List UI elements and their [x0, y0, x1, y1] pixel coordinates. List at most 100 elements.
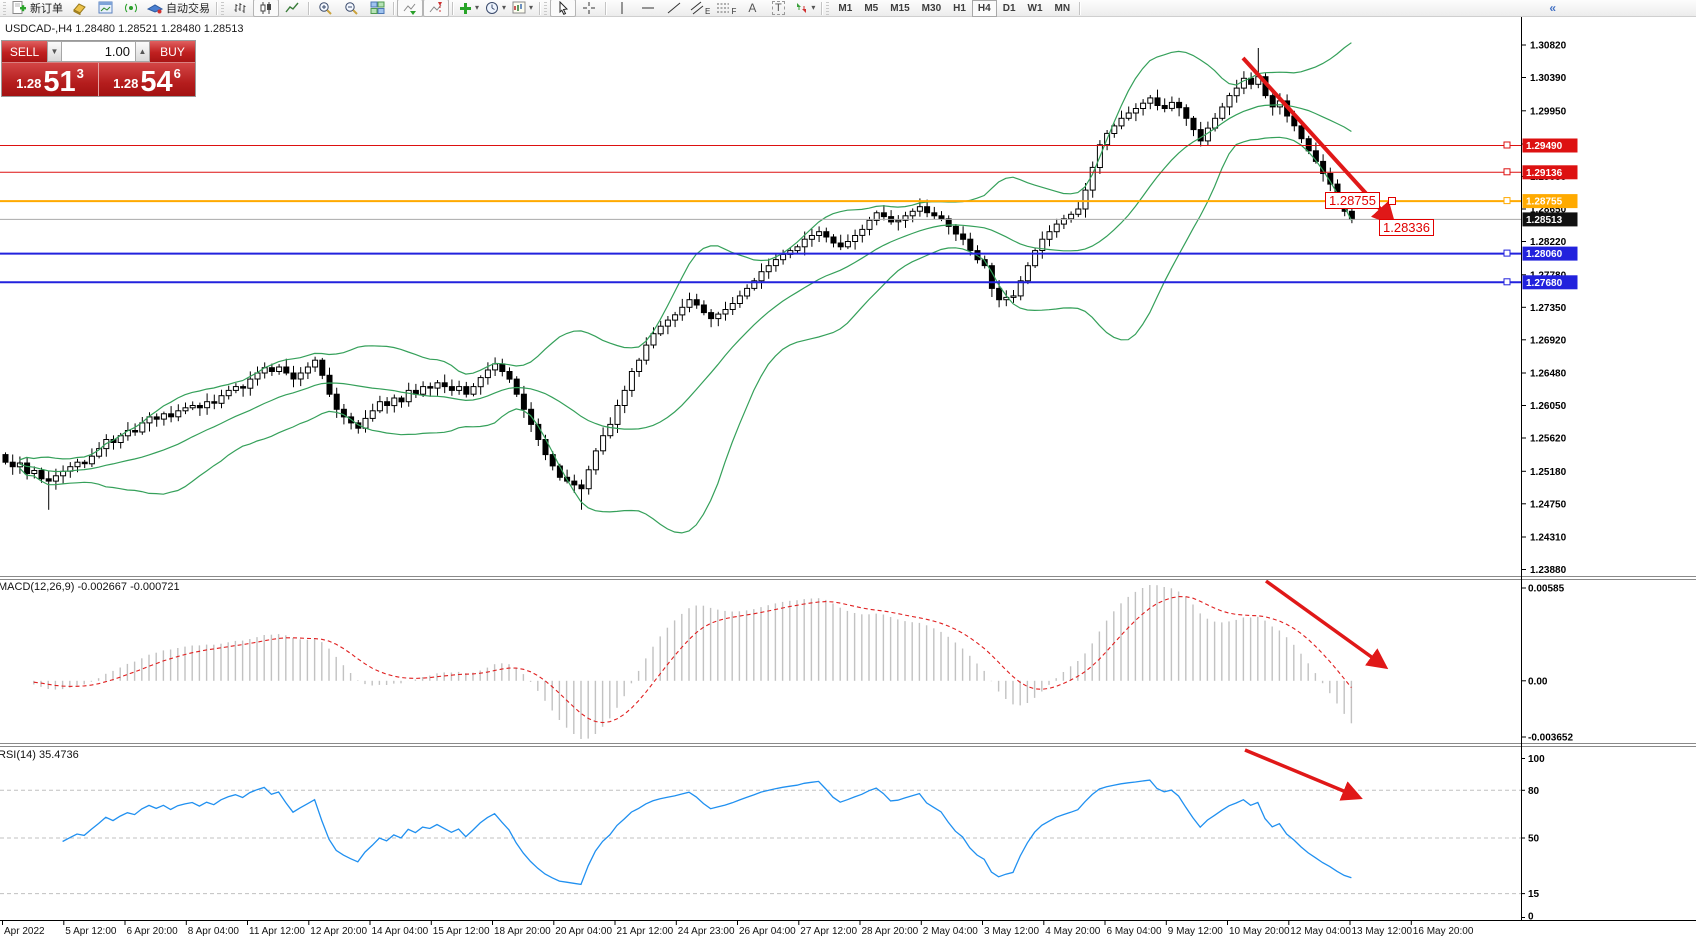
- arrows-icon: [794, 1, 808, 15]
- line-chart-icon: [285, 1, 299, 15]
- timeframe-H4[interactable]: H4: [972, 0, 997, 17]
- svg-text:15 Apr 12:00: 15 Apr 12:00: [433, 926, 490, 937]
- macd-indicator-label: MACD(12,26,9) -0.002667 -0.000721: [0, 581, 180, 593]
- svg-text:1.25620: 1.25620: [1530, 434, 1567, 445]
- text-label-tool[interactable]: T: [765, 0, 791, 17]
- svg-text:80: 80: [1528, 786, 1540, 797]
- trendline-tool[interactable]: [661, 0, 687, 17]
- autotrade-label: 自动交易: [166, 0, 210, 16]
- periods-button[interactable]: ▾: [482, 0, 509, 17]
- fibonacci-icon: [716, 1, 731, 15]
- candlestick-chart-icon: [259, 1, 273, 15]
- equidistant-channel-tool[interactable]: E: [687, 0, 713, 17]
- sell-price-small: 1.28: [16, 76, 41, 91]
- timeframe-M1[interactable]: M1: [832, 0, 858, 17]
- volume-input[interactable]: 1.00: [62, 41, 135, 62]
- rsi-panel: [0, 780, 1521, 894]
- trend-arrows[interactable]: [1243, 58, 1392, 797]
- crosshair-button[interactable]: [576, 0, 602, 17]
- timeframe-M30[interactable]: M30: [916, 0, 947, 17]
- svg-text:14 Apr 04:00: 14 Apr 04:00: [372, 926, 429, 937]
- separator: [539, 2, 540, 15]
- autotrade-button[interactable]: 自动交易: [144, 0, 213, 17]
- zoom-in-button[interactable]: [312, 0, 338, 17]
- volume-decrease-button[interactable]: ▼: [47, 41, 62, 62]
- candlestick-chart-button[interactable]: [253, 0, 279, 17]
- separator: [308, 2, 309, 15]
- svg-text:1.24310: 1.24310: [1530, 533, 1567, 544]
- volume-increase-button[interactable]: ▲: [135, 41, 150, 62]
- bollinger-bands: [19, 43, 1351, 533]
- chart-canvas[interactable]: 1.308201.303901.299501.295101.290801.286…: [0, 0, 1696, 942]
- line-chart-button[interactable]: [279, 0, 305, 17]
- svg-text:0.00: 0.00: [1528, 676, 1548, 687]
- timeframe-H1[interactable]: H1: [947, 0, 972, 17]
- bar-chart-icon: [233, 1, 247, 15]
- new-order-button[interactable]: 新订单: [9, 0, 66, 17]
- bar-chart-button[interactable]: [227, 0, 253, 17]
- svg-text:1.29490: 1.29490: [1526, 141, 1563, 152]
- svg-text:21 Apr 12:00: 21 Apr 12:00: [617, 926, 674, 937]
- cursor-button[interactable]: [550, 0, 576, 17]
- sell-price-pip: 3: [77, 66, 84, 81]
- svg-text:8 Apr 04:00: 8 Apr 04:00: [188, 926, 240, 937]
- gold-ingot-button[interactable]: [66, 0, 92, 17]
- svg-text:24 Apr 23:00: 24 Apr 23:00: [678, 926, 735, 937]
- timeframe-M5[interactable]: M5: [858, 0, 884, 17]
- timeframe-MN[interactable]: MN: [1049, 0, 1077, 17]
- svg-text:1.26920: 1.26920: [1530, 335, 1567, 346]
- arrows-tool[interactable]: ▾: [791, 0, 818, 17]
- timeframe-M15[interactable]: M15: [884, 0, 915, 17]
- timeframe-toolbar: M1M5M15M30H1H4D1W1MN: [832, 0, 1076, 17]
- annotation-anchor[interactable]: [1388, 197, 1396, 205]
- separator: [1079, 2, 1080, 15]
- crosshair-icon: [582, 1, 596, 15]
- templates-button[interactable]: ▾: [509, 0, 536, 17]
- trendline-icon: [667, 1, 681, 15]
- timeframe-D1[interactable]: D1: [997, 0, 1022, 17]
- timeframe-W1[interactable]: W1: [1022, 0, 1049, 17]
- sell-price-display[interactable]: 1.28513: [2, 63, 99, 96]
- horizontal-line-icon: [641, 2, 655, 14]
- price-annotation-1[interactable]: 1.28755: [1325, 192, 1380, 209]
- signals-button[interactable]: [118, 0, 144, 17]
- sell-button[interactable]: SELL: [2, 41, 47, 62]
- svg-text:9 May 12:00: 9 May 12:00: [1168, 926, 1223, 937]
- text-tool[interactable]: A: [739, 0, 765, 17]
- toolbar-overflow-icon[interactable]: «: [1549, 1, 1556, 15]
- svg-text:11 Apr 12:00: 11 Apr 12:00: [249, 926, 305, 937]
- toolbar-grip: [826, 2, 829, 15]
- auto-scroll-button[interactable]: [397, 0, 423, 17]
- label-tool-icon: T: [772, 1, 785, 15]
- zoom-out-button[interactable]: [338, 0, 364, 17]
- svg-text:1.26050: 1.26050: [1530, 401, 1567, 412]
- rsi-indicator-label: RSI(14) 35.4736: [0, 749, 79, 761]
- price-annotation-2[interactable]: 1.28336: [1379, 219, 1434, 236]
- svg-text:Apr 2022: Apr 2022: [4, 926, 45, 937]
- tile-windows-icon: [370, 1, 385, 15]
- horizontal-line-tool[interactable]: [635, 0, 661, 17]
- buy-button[interactable]: BUY: [150, 41, 195, 62]
- channel-tag: E: [705, 7, 710, 16]
- vertical-line-tool[interactable]: [609, 0, 635, 17]
- text-tool-icon: A: [748, 1, 756, 15]
- cursor-icon: [557, 1, 569, 15]
- indicators-button[interactable]: ▾: [456, 0, 482, 17]
- buy-price-big: 54: [140, 69, 172, 95]
- main-toolbar: 新订单 自动交易 ▾: [0, 0, 1696, 17]
- horizontal-level-lines[interactable]: [0, 142, 1521, 285]
- channel-icon: [690, 1, 705, 15]
- date-axis[interactable]: Apr 20225 Apr 12:006 Apr 20:008 Apr 04:0…: [3, 921, 1474, 937]
- mt4-window: { "toolbar": { "new_order_label": "新订单",…: [0, 0, 1696, 942]
- chart-shift-button[interactable]: [423, 0, 449, 17]
- sell-price-big: 51: [43, 69, 75, 95]
- new-chart-button[interactable]: [92, 0, 118, 17]
- tile-windows-button[interactable]: [364, 0, 390, 17]
- svg-text:100: 100: [1528, 754, 1545, 765]
- vertical-line-icon: [616, 1, 628, 15]
- svg-text:1.30390: 1.30390: [1530, 73, 1567, 84]
- buy-price-display[interactable]: 1.28546: [99, 63, 195, 96]
- separator: [393, 2, 394, 15]
- fibonacci-tool[interactable]: F: [713, 0, 739, 17]
- svg-text:12 Apr 20:00: 12 Apr 20:00: [310, 926, 367, 937]
